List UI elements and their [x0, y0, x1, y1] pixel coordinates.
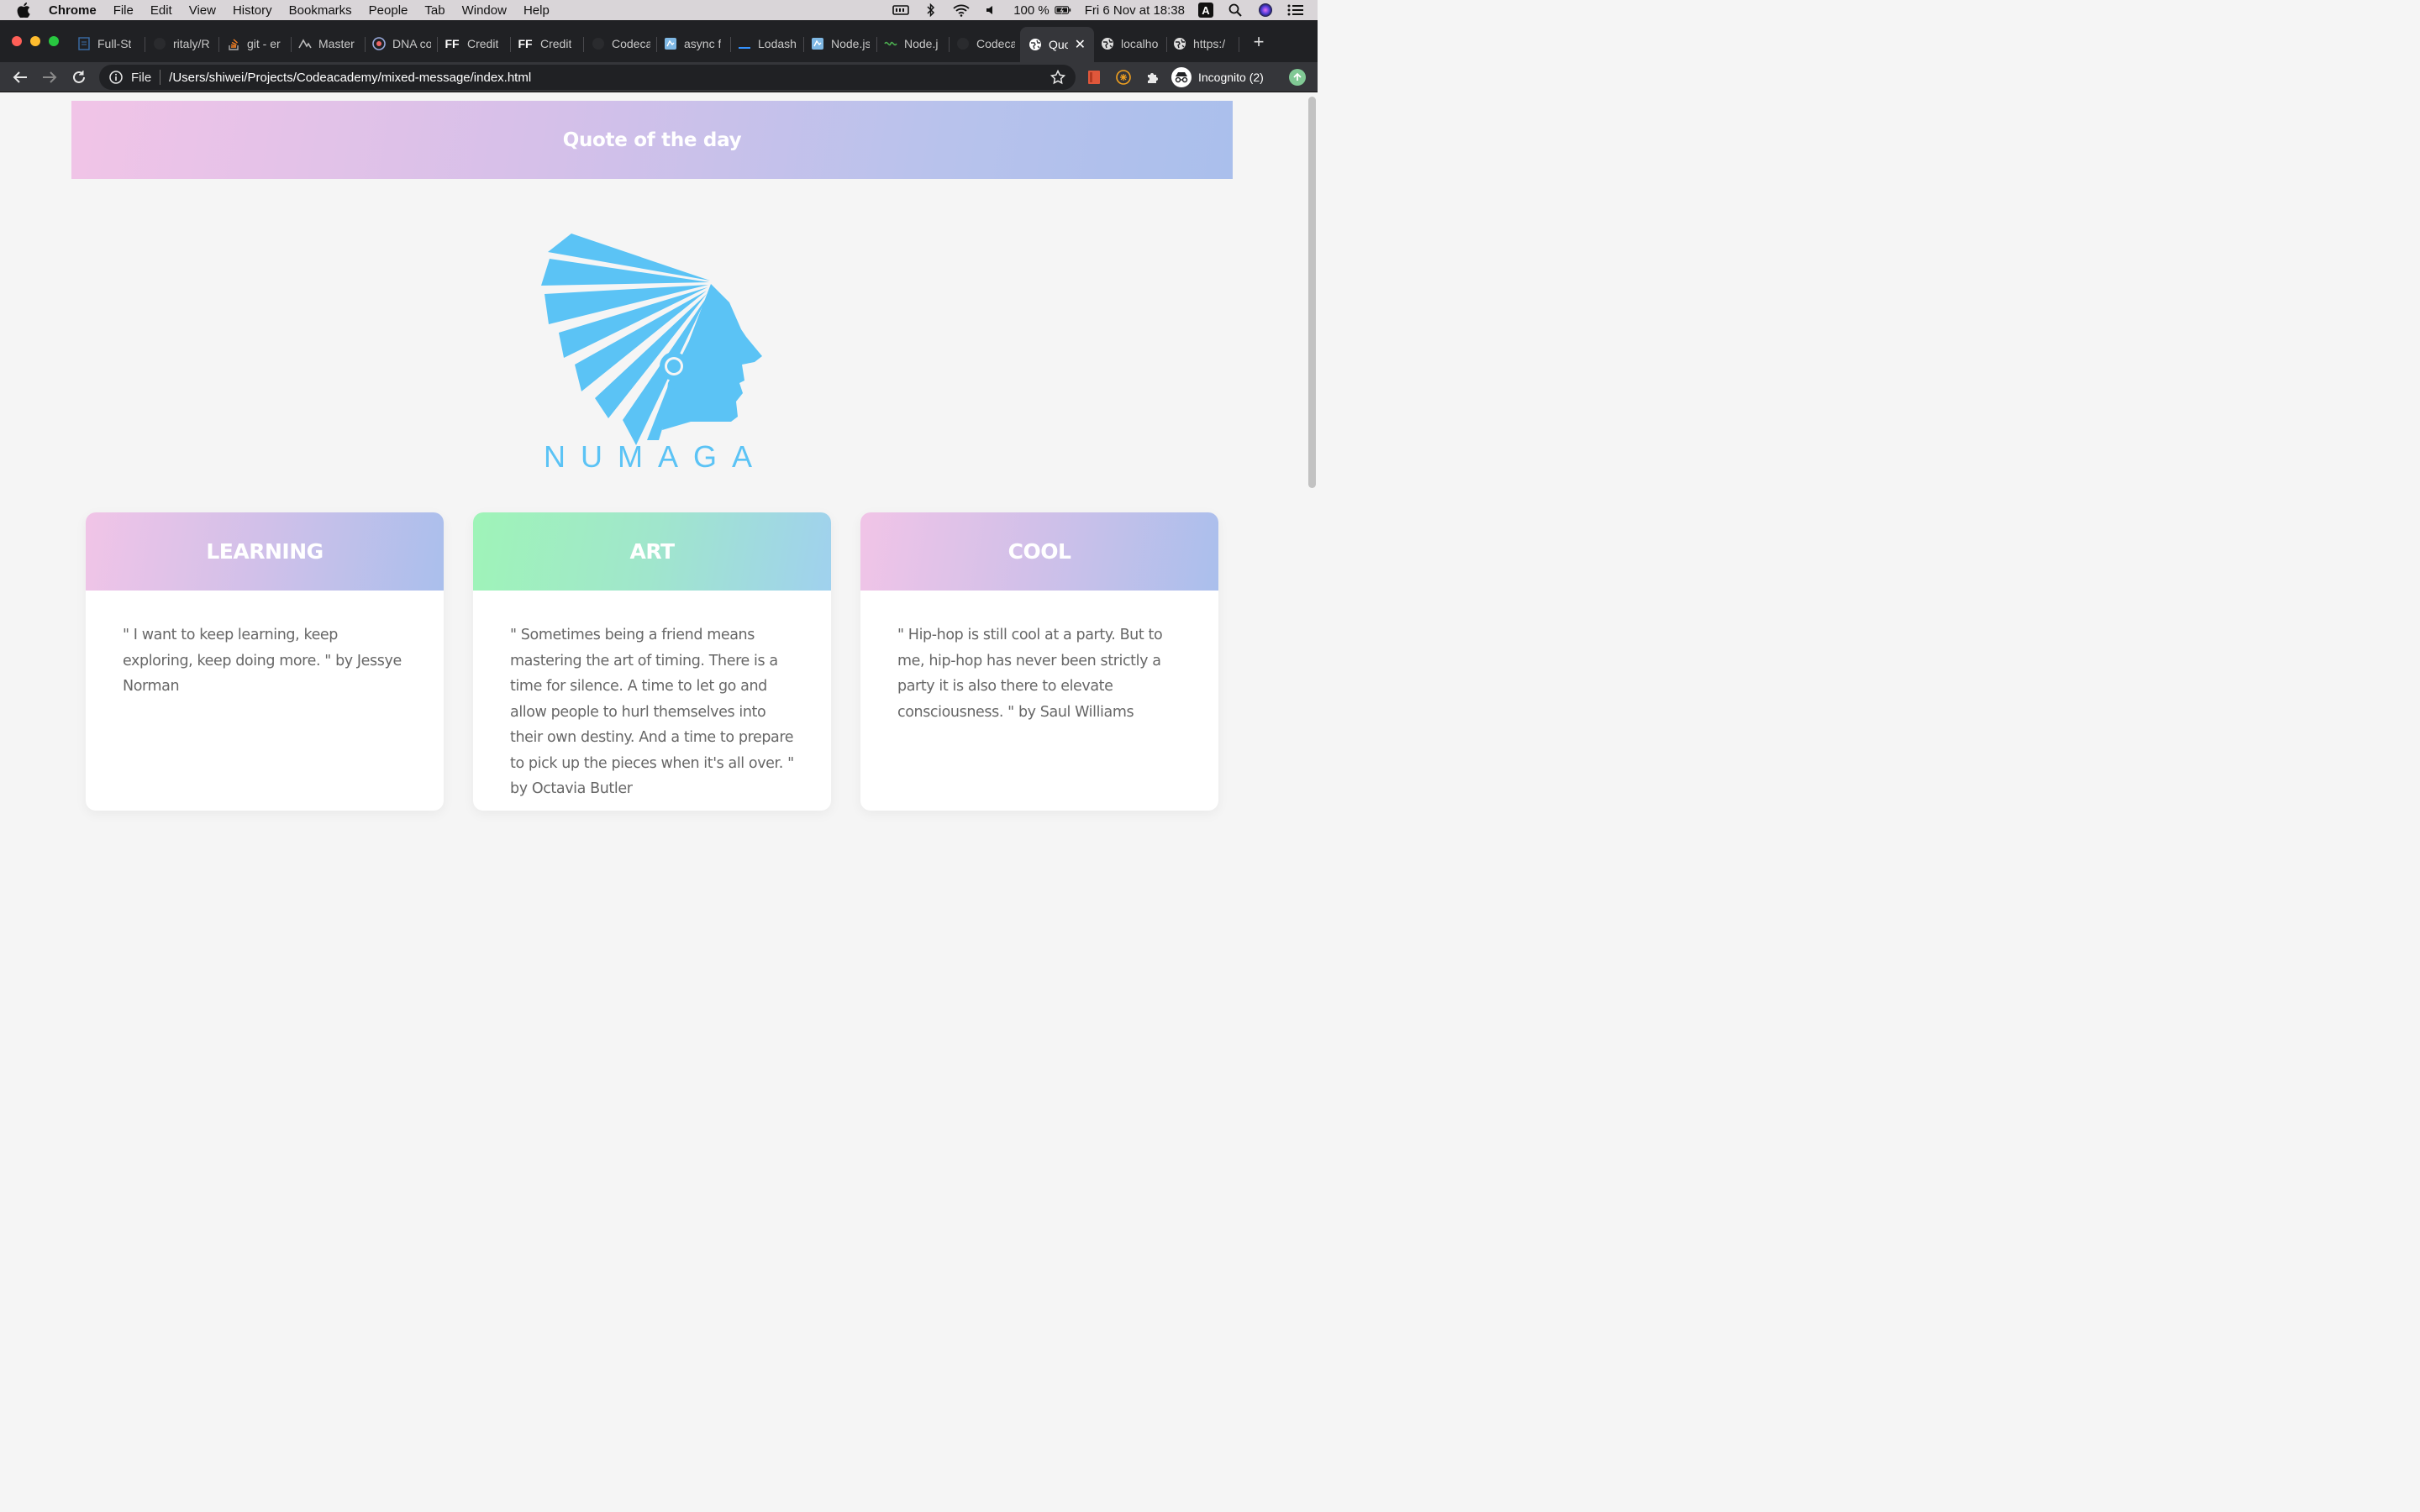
page-header-banner: Quote of the day: [71, 101, 1233, 179]
menu-window[interactable]: Window: [462, 3, 507, 18]
browser-tab[interactable]: Full-St: [77, 32, 136, 55]
codecademy-icon: [298, 37, 312, 50]
browser-tab[interactable]: Codeca: [592, 32, 650, 55]
window-zoom-button[interactable]: [49, 36, 59, 46]
address-bar[interactable]: File /Users/shiwei/Projects/Codeacademy/…: [99, 65, 1076, 90]
browser-tab-active[interactable]: Quo ✕: [1020, 27, 1094, 62]
siri-icon[interactable]: [1257, 3, 1274, 17]
volume-icon[interactable]: [983, 3, 1000, 17]
extension-icon[interactable]: [1115, 69, 1132, 86]
bluetooth-icon[interactable]: [923, 3, 939, 17]
dna-icon: [372, 37, 386, 50]
menu-app-name[interactable]: Chrome: [49, 3, 97, 18]
profile-label: Incognito (2): [1198, 71, 1264, 84]
ff-icon: FF: [445, 37, 460, 50]
page-title: Quote of the day: [562, 129, 742, 151]
window-minimize-button[interactable]: [30, 36, 40, 46]
card-quote: " I want to keep learning, keep explorin…: [123, 627, 402, 695]
ff-icon: FF: [518, 37, 533, 50]
async-icon: [664, 37, 677, 50]
battery-percent: 100 %: [1013, 3, 1050, 18]
input-source-icon[interactable]: A: [1198, 3, 1213, 18]
globe-icon: [1173, 37, 1186, 50]
info-icon[interactable]: [109, 71, 123, 84]
card-heading: ART: [629, 539, 675, 564]
menu-tab[interactable]: Tab: [424, 3, 445, 18]
forward-arrow-icon[interactable]: [39, 67, 60, 87]
stackoverflow-icon: [227, 37, 240, 50]
browser-tab[interactable]: async f: [664, 32, 724, 55]
url-text[interactable]: /Users/shiwei/Projects/Codeacademy/mixed…: [169, 71, 531, 85]
browser-tab[interactable]: Node.j: [884, 32, 943, 55]
card-header: COOL: [860, 512, 1218, 591]
memory-icon[interactable]: [892, 3, 910, 17]
chrome-update-icon[interactable]: [1289, 69, 1306, 86]
notification-center-icon[interactable]: [1287, 3, 1304, 17]
quote-card-learning: LEARNING " I want to keep learning, keep…: [86, 512, 444, 811]
browser-tab[interactable]: Codeca: [956, 32, 1015, 55]
wifi-icon[interactable]: [953, 3, 970, 17]
github-icon: [956, 37, 970, 50]
card-heading: COOL: [1007, 539, 1071, 564]
browser-tab[interactable]: https:/: [1173, 32, 1232, 55]
puzzle-extensions-icon[interactable]: [1144, 69, 1161, 86]
url-scheme: File: [131, 70, 152, 85]
menu-edit[interactable]: Edit: [150, 3, 172, 18]
brand-wordmark: NUMAGA: [543, 439, 767, 474]
spotlight-search-icon[interactable]: [1227, 3, 1244, 17]
macos-menu-bar: Chrome File Edit View History Bookmarks …: [0, 0, 1318, 20]
bookmark-star-icon[interactable]: [1050, 69, 1066, 85]
browser-toolbar: File /Users/shiwei/Projects/Codeacademy/…: [0, 62, 1318, 92]
node-green-icon: [884, 37, 897, 50]
card-quote: " Hip-hop is still cool at a party. But …: [897, 627, 1163, 721]
card-header: ART: [473, 512, 831, 591]
lodash-icon: [738, 37, 751, 50]
globe-icon: [1101, 37, 1114, 50]
apple-icon[interactable]: [17, 2, 34, 18]
bookmark-extension-icon[interactable]: [1086, 69, 1102, 86]
globe-icon: [1028, 38, 1042, 51]
browser-tab[interactable]: FF Credit: [517, 32, 577, 55]
close-tab-icon[interactable]: ✕: [1075, 36, 1086, 53]
card-heading: LEARNING: [206, 539, 324, 564]
github-icon: [592, 37, 605, 50]
card-header: LEARNING: [86, 512, 444, 591]
page-viewport: Quote of the day NUMAGA LEARNING " I wan…: [0, 93, 1318, 823]
page-scrollbar[interactable]: [1308, 97, 1316, 488]
menu-bookmarks[interactable]: Bookmarks: [289, 3, 352, 18]
node-icon: [811, 37, 824, 50]
browser-tab[interactable]: ritaly/R: [153, 32, 210, 55]
browser-tab[interactable]: Lodash: [738, 32, 797, 55]
browser-tab-strip: Full-St ritaly/R git - er Master DNA co …: [0, 20, 1318, 62]
menu-people[interactable]: People: [369, 3, 408, 18]
menu-help[interactable]: Help: [523, 3, 550, 18]
new-tab-button[interactable]: +: [1249, 31, 1269, 52]
menubar-clock[interactable]: Fri 6 Nov at 18:38: [1085, 3, 1185, 18]
menu-file[interactable]: File: [113, 3, 134, 18]
window-controls: [12, 36, 67, 46]
browser-tab[interactable]: localho: [1101, 32, 1161, 55]
quote-card-art: ART " Sometimes being a friend means mas…: [473, 512, 831, 811]
github-icon: [153, 37, 166, 50]
window-close-button[interactable]: [12, 36, 22, 46]
browser-tab[interactable]: FF Credit: [444, 32, 504, 55]
browser-tab[interactable]: Master: [298, 32, 359, 55]
back-arrow-icon[interactable]: [10, 67, 30, 87]
browser-tab[interactable]: Node.js: [811, 32, 870, 55]
document-icon: [77, 37, 91, 50]
incognito-icon: [1171, 67, 1192, 87]
card-quote: " Sometimes being a friend means masteri…: [510, 627, 794, 797]
menu-history[interactable]: History: [233, 3, 272, 18]
battery-icon[interactable]: [1055, 3, 1071, 17]
browser-tab[interactable]: DNA co: [372, 32, 431, 55]
incognito-profile-button[interactable]: Incognito (2): [1171, 66, 1272, 89]
browser-tab[interactable]: git - er: [227, 32, 284, 55]
menu-view[interactable]: View: [189, 3, 216, 18]
quote-card-cool: COOL " Hip-hop is still cool at a party.…: [860, 512, 1218, 811]
reload-icon[interactable]: [69, 67, 89, 87]
